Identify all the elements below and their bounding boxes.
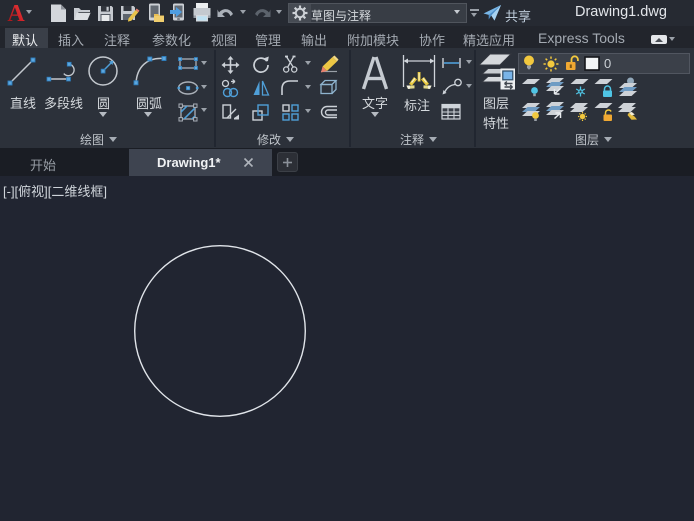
svg-text:A: A bbox=[7, 1, 25, 25]
